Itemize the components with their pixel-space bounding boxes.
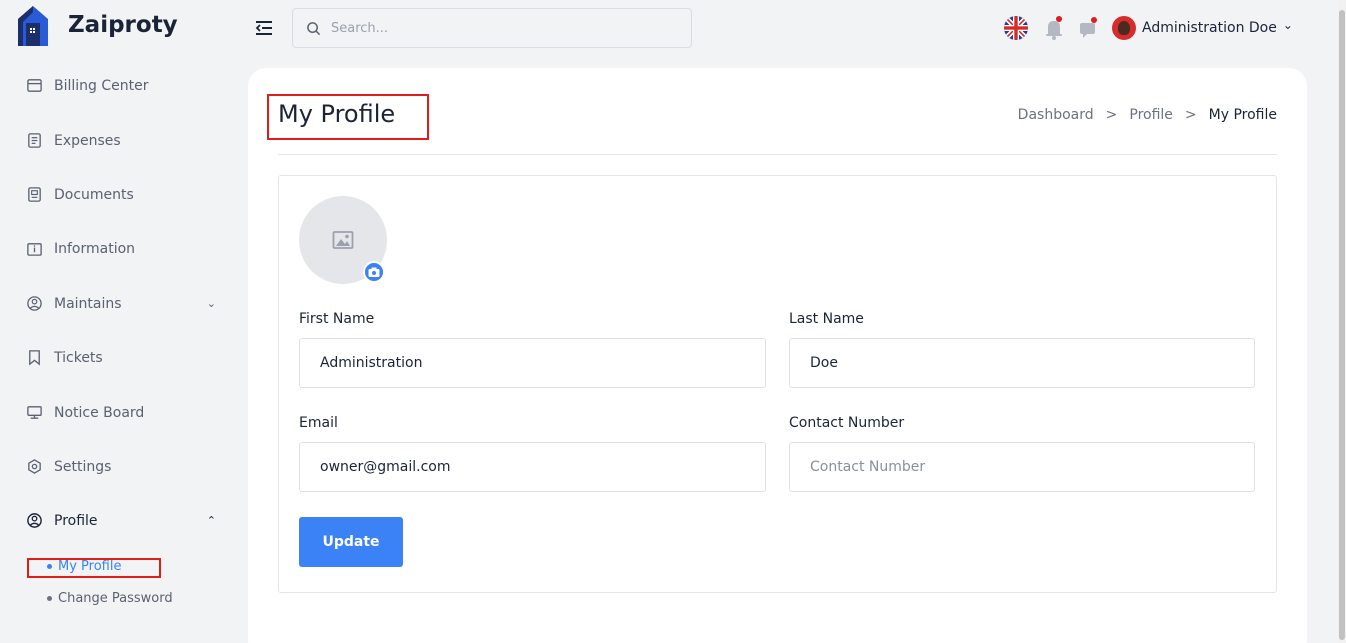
profile-form: First Name Last Name Email Contact Numbe… [278,175,1277,593]
sidebar-item-label: Maintains [54,295,122,312]
scrollbar-thumb[interactable] [1339,10,1345,640]
sidebar-item-billing-center[interactable]: Billing Center [26,77,216,94]
expenses-icon [28,133,41,148]
profile-icon [27,513,42,528]
sidebar-item-settings[interactable]: Settings [26,458,216,475]
scrollbar[interactable] [1338,0,1346,643]
sidebar-item-profile[interactable]: Profile ⌃ [26,512,216,529]
sidebar-item-label: Information [54,240,136,257]
breadcrumb-dashboard[interactable]: Dashboard [1018,107,1094,123]
camera-icon [368,267,380,277]
sidebar-item-tickets[interactable]: Tickets [26,349,216,366]
breadcrumb-separator: > [1184,107,1197,123]
settings-icon [28,459,41,474]
sidebar-item-notice-board[interactable]: Notice Board [26,404,216,421]
update-button[interactable]: Update [299,517,403,567]
search-icon [307,21,321,35]
maintains-icon [27,296,42,311]
chevron-up-icon: ⌃ [206,514,216,527]
sidebar-item-information[interactable]: Information [26,240,216,257]
first-name-label: First Name [299,311,375,327]
breadcrumb-separator: > [1105,107,1118,123]
tickets-icon [29,350,40,366]
sidebar-item-label: Tickets [54,349,103,366]
notice-board-icon [27,406,42,419]
sidebar-item-maintains[interactable]: Maintains ⌄ [26,295,216,312]
sidebar-toggle-icon[interactable] [254,18,274,38]
search-box[interactable] [292,8,692,48]
upload-photo-button[interactable] [363,261,385,283]
sidebar-item-label: Settings [54,458,112,475]
user-menu[interactable]: Administration Doe ⌄ [1112,16,1293,40]
contact-number-label: Contact Number [789,415,905,431]
billing-icon [27,79,42,92]
contact-number-field[interactable] [789,442,1255,492]
breadcrumb-profile[interactable]: Profile [1129,107,1173,123]
notification-bell-icon[interactable] [1044,15,1064,41]
highlight-box [267,94,429,140]
breadcrumb-current: My Profile [1208,107,1277,123]
brand[interactable]: Zaiproty [18,4,178,46]
avatar [1112,16,1136,40]
sidebar-item-label: Documents [54,186,134,203]
email-field[interactable] [299,442,766,492]
divider [278,154,1277,155]
chevron-down-icon: ⌄ [1282,18,1293,32]
sidebar-item-documents[interactable]: Documents [26,186,216,203]
bullet-icon [47,596,52,601]
sidebar-item-label: Profile [54,512,98,529]
user-name: Administration Doe [1142,20,1277,36]
uk-flag-icon[interactable] [1003,15,1029,41]
highlight-box [27,558,161,578]
brand-name: Zaiproty [68,12,178,38]
home-logo-icon [18,6,48,46]
sidebar-item-label: Notice Board [54,404,145,421]
sidebar-subitem-label: Change Password [58,591,173,606]
documents-icon [28,187,41,202]
search-input[interactable] [331,20,671,36]
sidebar-subitem-change-password[interactable]: Change Password [47,591,173,606]
information-icon [27,243,42,256]
breadcrumb: Dashboard > Profile > My Profile [1018,107,1277,123]
image-placeholder-icon [332,231,354,249]
sidebar-item-expenses[interactable]: Expenses [26,132,216,149]
sidebar-item-label: Expenses [54,132,121,149]
last-name-field[interactable] [789,338,1255,388]
message-icon[interactable] [1078,15,1098,41]
first-name-field[interactable] [299,338,766,388]
main-card: My Profile Dashboard > Profile > My Prof… [248,68,1307,643]
last-name-label: Last Name [789,311,864,327]
sidebar-item-label: Billing Center [54,77,149,94]
email-label: Email [299,415,338,431]
chevron-down-icon: ⌄ [206,297,216,310]
